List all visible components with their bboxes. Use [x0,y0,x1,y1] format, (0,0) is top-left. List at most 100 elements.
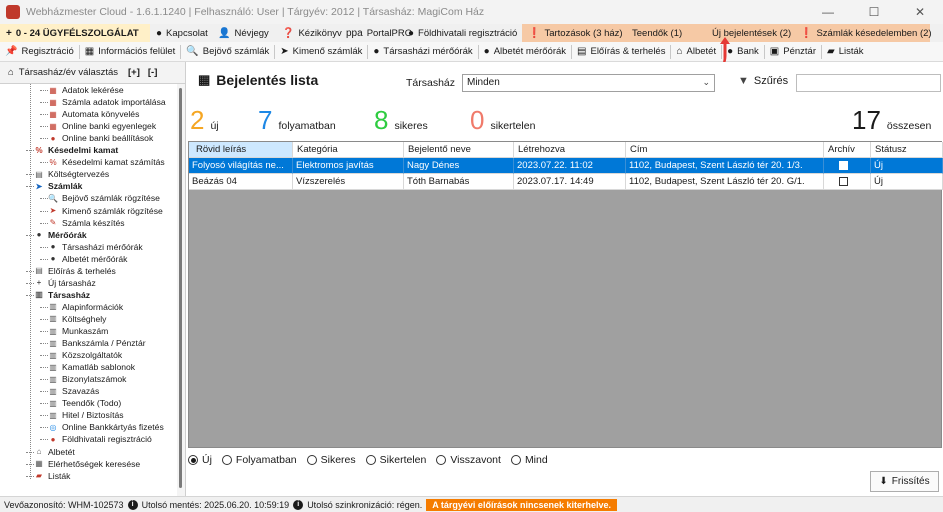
column-header-archiv[interactable]: Archív [824,142,871,158]
minimize-icon[interactable]: — [805,0,851,24]
toolbar-item-0-24-ugyfelszolgalat[interactable]: +0 - 24 ÜGYFÉLSZOLGÁLAT [0,24,150,42]
tree-item-bejovo-szamlak-rogzitese[interactable]: 🔍 Bejövő számlák rögzítése [48,192,160,204]
tree-branch [40,258,48,260]
archive-checkbox[interactable] [839,177,848,186]
toolbar-item-teendok-1[interactable]: Teendők (1) [626,24,706,42]
status-radio-visszavont[interactable]: Visszavont [436,454,501,466]
tree-scrollbar[interactable] [177,84,185,496]
toolbar-item-kimeno-szamlak[interactable]: ➤ Kimenő számlák [275,43,367,61]
tree-item-automata-konyveles[interactable]: ▦ Automata könyvelés [48,108,139,120]
column-header-cim[interactable]: Cím [626,142,824,158]
toolbar-item-informacios-felulet[interactable]: ▦ Információs felület [80,43,181,61]
tree-item-kimeno-szamlak-rogzitese[interactable]: ➤ Kimenő számlák rögzítése [48,205,163,217]
column-header-statusz[interactable]: Státusz [871,142,943,158]
column-header-kategoria[interactable]: Kategória [293,142,404,158]
column-header-bejelento-neve[interactable]: Bejelentő neve [404,142,514,158]
tree-item-eloiras-terheles[interactable]: ▤ Előírás & terhelés [34,265,116,277]
tree-item-label: Listák [48,470,71,481]
toolbar-item-nevjegy[interactable]: 👤 Névjegy [212,24,276,42]
radio-button[interactable] [306,455,317,465]
table-row[interactable]: Folyosó világítás ne... Elektromos javítá… [189,158,943,174]
tree-item-teendok-todo[interactable]: ▥ Teendők (Todo) [48,397,121,409]
tree-item-tarsashazi-meroorak[interactable]: ● Társasházi mérőórák [48,241,143,253]
tree-item-albetet[interactable]: ⌂ Albetét [34,446,75,458]
tree-item-kesedelmi-kamat-szamitas[interactable]: % Késedelmi kamat számítás [48,156,164,168]
tree-item-kozszolgaltatok[interactable]: ▥ Közszolgáltatók [48,349,122,361]
tree-item-kesedelmi-kamat[interactable]: % Késedelmi kamat [34,144,118,156]
tree-item-elerhetosegek-keresese[interactable]: ▦ Elérhetőségek keresése [34,458,140,470]
maximize-icon[interactable]: ☐ [851,0,897,24]
tree-branch [26,234,34,236]
toolbar-item-kezikonyv[interactable]: ❓ Kézikönyv [276,24,342,42]
tree-item-szavazas[interactable]: ▥ Szavazás [48,385,99,397]
tree-item-online-banki-egyenlegek[interactable]: ▦ Online banki egyenlegek [48,120,156,132]
toolbar-item-szamlak-kesedelemben-2[interactable]: ❗ Számlák késedelemben (2) [794,24,932,42]
status-radio-sikertelen[interactable]: Sikertelen [365,454,426,466]
tree-item-szamla-keszites[interactable]: ✎ Számla készítés [48,217,125,229]
house-year-selector[interactable]: ⌂ Társasház/év választás [+] [-] [0,62,185,84]
tree-item-icon: + [36,278,42,288]
tree-item-bizonylatszamok[interactable]: ▥ Bizonylatszámok [48,373,126,385]
refresh-button[interactable]: ⬇ Frissítés [870,471,939,492]
toolbar-item-albetet[interactable]: ⌂ Albetét [671,43,721,61]
status-radio-folyamatban[interactable]: Folyamatban [221,454,297,466]
radio-button[interactable] [436,455,447,465]
toolbar-item-listak[interactable]: ▰ Listák [822,43,869,61]
radio-button[interactable] [510,455,521,465]
tree-item-online-banki-beallitasok[interactable]: ● Online banki beállítások [48,132,154,144]
tree-item-szamlak[interactable]: ➤ Számlák [34,180,83,192]
toolbar-item-albetet-meroorak[interactable]: ● Albetét mérőórák [479,43,571,61]
tree-item-szamla-adatok-importalasa[interactable]: ▦ Számla adatok importálása [48,96,165,108]
toolbar-label: Albetét [686,46,717,57]
tree-item-foldhivatali-regisztracio[interactable]: ● Földhivatali regisztráció [48,433,152,445]
tree-item-koltsegtervezes[interactable]: ▤ Költségtervezés [34,168,109,180]
status-radio-mind[interactable]: Mind [510,454,548,466]
radio-button[interactable] [188,455,198,465]
tree-item-adatok-lekerese[interactable]: ▦ Adatok lekérése [48,84,123,96]
toolbar-label: Kimenő számlák [292,46,363,57]
tree-item-albetet-meroorak[interactable]: ● Albetét mérőórák [48,253,128,265]
radio-button[interactable] [221,455,232,465]
toolbar-item-regisztracio[interactable]: 📌 Regisztráció [0,43,79,61]
table-row[interactable]: Beázás 04 Vízszerelés Tóth Barnabás 2023.07… [189,174,943,190]
collapse-all-button[interactable]: [-] [148,67,158,78]
toolbar-item-tartozasok-3-haz[interactable]: ❗ Tartozások (3 ház) [522,24,626,42]
toolbar-item-tarsashazi-meroorak[interactable]: ● Társasházi mérőórák [368,43,477,61]
warning-badge[interactable]: A tárgyévi előírások nincsenek kiterhelv… [426,498,618,511]
tree-item-online-bankkartyas-fizetes[interactable]: ◎ Online Bankkártyás fizetés [48,421,164,433]
tree-item-bankszamla-penztar[interactable]: ▥ Bankszámla / Pénztár [48,337,145,349]
tree-item-koltseghely[interactable]: ▥ Költséghely [48,313,106,325]
toolbar-item-eloiras-terheles[interactable]: ▤ Előírás & terhelés [572,43,670,61]
radio-label: Visszavont [450,454,501,466]
toolbar-icon: + [6,27,12,39]
filter-icon: ▼ [738,75,749,87]
table-cell-archiv[interactable] [824,158,871,174]
radio-button[interactable] [365,455,376,465]
tree-item-uj-tarsashaz[interactable]: + Új társasház [34,277,96,289]
filter-input[interactable] [796,74,941,92]
toolbar-item-bejovo-szamlak[interactable]: 🔍 Bejövő számlák [181,43,274,61]
tree-item-alapinformaciok[interactable]: ▥ Alapinformációk [48,301,123,313]
tree-item-icon: 🔍 [48,193,58,203]
table-cell-archiv[interactable] [824,174,871,190]
tree-scrollbar-thumb[interactable] [179,88,182,488]
archive-checkbox[interactable] [839,161,848,170]
close-icon[interactable]: ✕ [897,0,943,24]
toolbar-item-foldhivatali-regisztracio[interactable]: ● Földhivatali regisztráció [402,24,522,42]
status-radio-sikeres[interactable]: Sikeres [306,454,356,466]
expand-all-button[interactable]: [+] [128,67,140,78]
tree-item-listak[interactable]: ▰ Listák [34,470,71,482]
tarsashaz-select[interactable]: Minden ⌄ [462,74,715,92]
tree-item-tarsashaz[interactable]: ▥ Társasház [34,289,90,301]
tree-item-hitel-biztositas[interactable]: ▥ Hitel / Biztosítás [48,409,123,421]
column-header-rovid-leiras[interactable]: Rövid leírás [189,142,293,158]
toolbar-item-portalpro[interactable]: ppa PortalPRO [340,24,412,42]
tree-item-meroorak[interactable]: ● Mérőórák [34,229,87,241]
tree-item-munkaszam[interactable]: ▥ Munkaszám [48,325,108,337]
status-radio-group: Új Folyamatban Sikeres Sikertelen Visszavont… [188,452,558,468]
status-radio-uj[interactable]: Új [188,454,212,466]
toolbar-item-penztar[interactable]: ▣ Pénztár [765,43,821,61]
column-header-letrehozva[interactable]: Létrehozva [514,142,626,158]
tree-item-kamatlab-sablonok[interactable]: ▥ Kamatláb sablonok [48,361,135,373]
toolbar-item-kapcsolat[interactable]: ● Kapcsolat [150,24,212,42]
